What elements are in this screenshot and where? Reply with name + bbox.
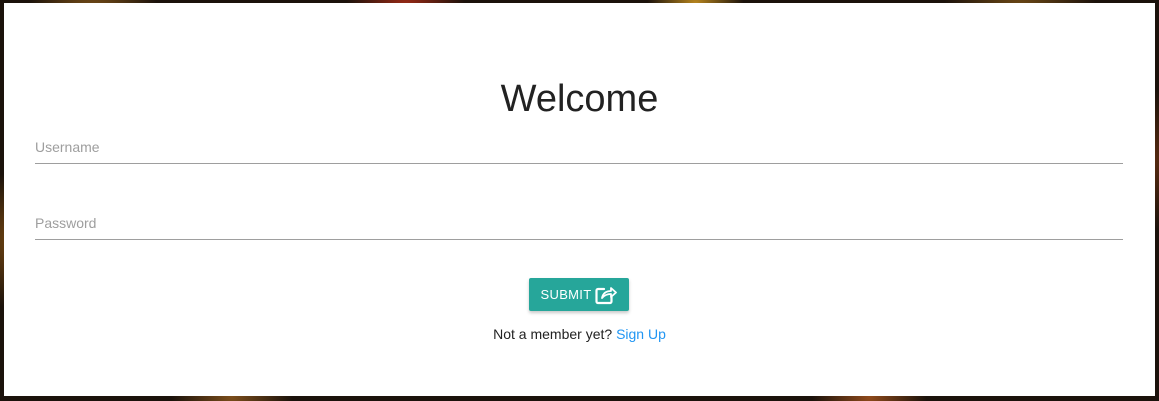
username-field[interactable]	[35, 133, 1123, 164]
username-input[interactable]	[35, 133, 1123, 161]
signup-prompt-line: Not a member yet? Sign Up	[4, 326, 1155, 342]
password-field[interactable]	[35, 209, 1123, 240]
submit-button[interactable]: SUBMIT	[529, 278, 629, 311]
page-title: Welcome	[500, 78, 659, 121]
signup-link[interactable]: Sign Up	[616, 326, 666, 342]
login-card: Welcome SUBMIT Not a member yet? Sign Up	[4, 3, 1155, 396]
share-arrow-icon	[595, 285, 618, 305]
submit-button-label: SUBMIT	[540, 287, 592, 302]
password-input[interactable]	[35, 209, 1123, 237]
signup-prompt-text: Not a member yet?	[493, 326, 613, 342]
